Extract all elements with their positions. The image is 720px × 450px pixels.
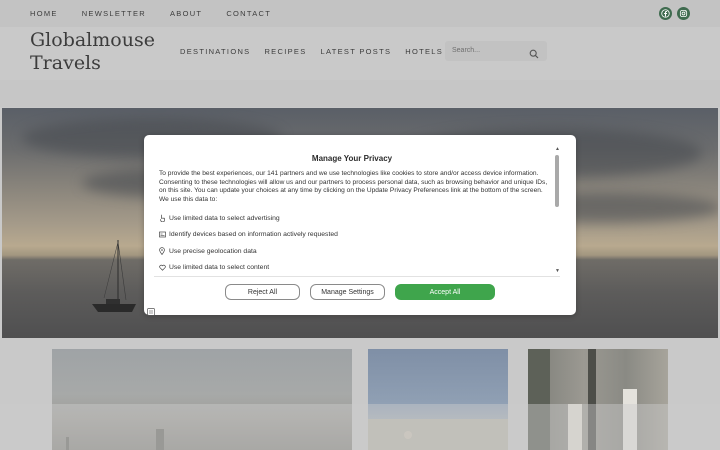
search-icon[interactable] [529, 46, 539, 64]
scroll-up-icon[interactable]: ▲ [555, 146, 560, 152]
list-item-label: Identify devices based on information ac… [169, 231, 338, 239]
logo-line-2: Travels [30, 52, 101, 74]
header-spacer [0, 80, 720, 107]
site-logo[interactable]: Globalmouse Travels [30, 29, 155, 75]
modal-description: To provide the best experiences, our 141… [159, 170, 548, 203]
search-placeholder: Search... [452, 47, 481, 54]
map-pin-icon [159, 247, 169, 256]
list-item-label: Use precise geolocation data [169, 247, 257, 255]
bottom-overlay [0, 404, 720, 450]
list-item-label: Use limited data to select content [169, 264, 270, 272]
scroll-down-icon[interactable]: ▼ [555, 268, 560, 274]
hand-pointer-icon [159, 214, 169, 223]
reject-all-button[interactable]: Reject All [225, 284, 300, 300]
manage-settings-button[interactable]: Manage Settings [310, 284, 385, 300]
list-item: Use limited data to select advertising [159, 210, 554, 227]
consent-settings-icon[interactable] [147, 303, 155, 321]
instagram-icon[interactable] [677, 7, 690, 20]
search-input[interactable]: Search... [445, 41, 547, 61]
id-card-icon [159, 231, 169, 238]
modal-title: Manage Your Privacy [311, 154, 393, 163]
logo-line-1: Globalmouse [30, 29, 155, 51]
top-nav-contact[interactable]: CONTACT [226, 9, 271, 18]
top-nav-home[interactable]: HOME [30, 9, 58, 18]
top-nav: HOME NEWSLETTER ABOUT CONTACT [30, 9, 295, 18]
purpose-list: Use limited data to select advertising I… [159, 210, 554, 276]
top-nav-about[interactable]: ABOUT [170, 9, 202, 18]
list-item: Identify devices based on information ac… [159, 227, 554, 244]
facebook-icon[interactable] [659, 7, 672, 20]
list-item: Use limited data to select content [159, 260, 554, 277]
accept-all-button[interactable]: Accept All [395, 284, 495, 300]
list-item-label: Use limited data to select advertising [169, 214, 280, 222]
sailboat-image [92, 240, 136, 312]
heart-icon [159, 264, 169, 271]
nav-recipes[interactable]: RECIPES [264, 47, 306, 56]
top-bar: HOME NEWSLETTER ABOUT CONTACT [0, 0, 720, 27]
top-nav-newsletter[interactable]: NEWSLETTER [82, 9, 146, 18]
nav-destinations[interactable]: DESTINATIONS [180, 47, 250, 56]
nav-latest-posts[interactable]: LATEST POSTS [321, 47, 392, 56]
modal-scrollbar[interactable] [555, 155, 559, 207]
site-header: Globalmouse Travels DESTINATIONS RECIPES… [0, 27, 720, 80]
modal-divider [154, 276, 560, 277]
list-item: Use precise geolocation data [159, 243, 554, 260]
privacy-modal: Manage Your Privacy To provide the best … [144, 135, 576, 316]
